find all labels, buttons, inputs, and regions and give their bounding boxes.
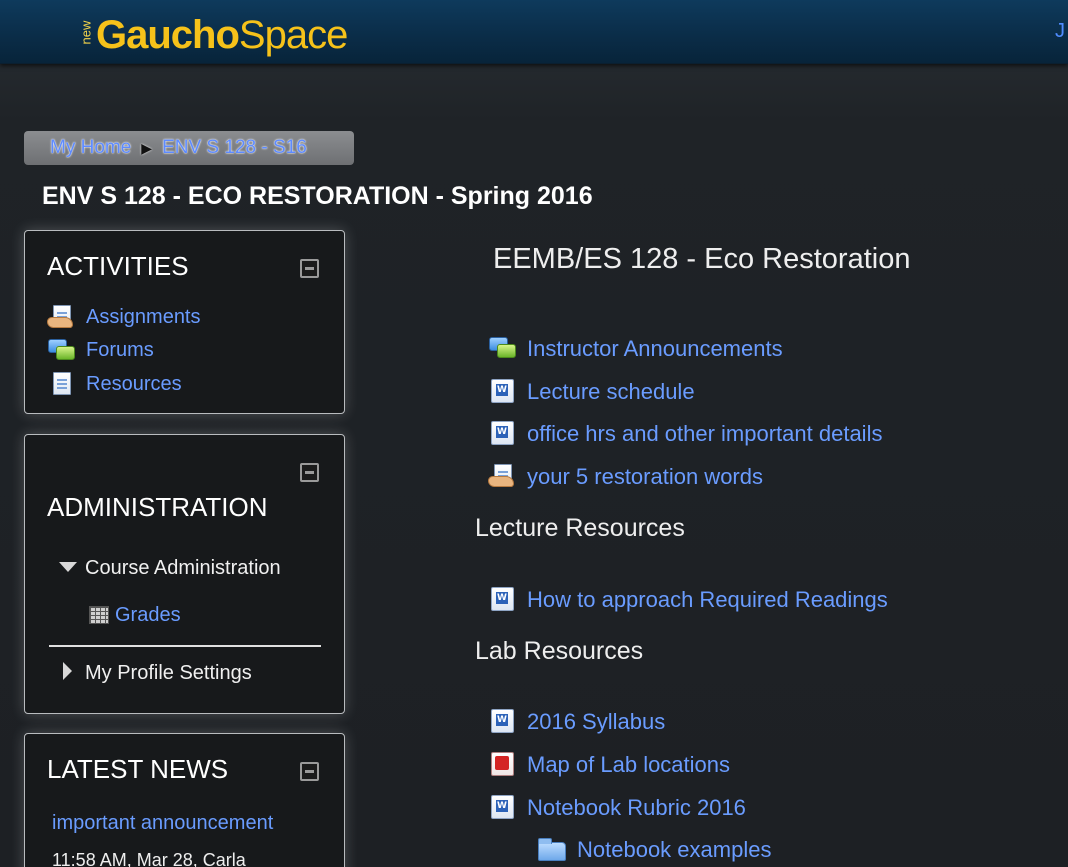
main-item-syllabus[interactable]: 2016 Syllabus <box>488 708 665 735</box>
breadcrumb: My Home ▶ ENV S 128 - S16 <box>24 131 354 165</box>
activities-title: ACTIVITIES <box>47 251 189 281</box>
main-item-label[interactable]: How to approach Required Readings <box>527 587 888 613</box>
admin-divider <box>49 645 321 647</box>
word-doc-icon <box>488 420 516 447</box>
latest-news-block: LATEST NEWS important announcement 11:58… <box>24 733 345 867</box>
main-item-label[interactable]: Instructor Announcements <box>527 336 783 362</box>
administration-collapse-icon[interactable] <box>300 463 319 482</box>
main-item-label[interactable]: your 5 restoration words <box>527 464 763 490</box>
logo-gaucho-text: Gaucho <box>96 13 240 57</box>
news-item-meta: 11:58 AM, Mar 28, Carla <box>52 850 246 867</box>
course-heading: EEMB/ES 128 - Eco Restoration <box>493 243 911 275</box>
breadcrumb-course[interactable]: ENV S 128 - S16 <box>162 137 307 159</box>
course-administration-node[interactable]: Course Administration <box>59 557 281 580</box>
folder-icon <box>538 836 566 863</box>
activity-resources[interactable]: Resources <box>47 371 182 397</box>
latest-news-collapse-icon[interactable] <box>300 762 319 781</box>
grades-link[interactable]: Grades <box>115 604 181 627</box>
expanded-triangle-icon <box>59 561 77 572</box>
news-item-link[interactable]: important announcement <box>52 812 273 835</box>
latest-news-title: LATEST NEWS <box>47 754 229 784</box>
grades-table-icon <box>87 602 111 628</box>
activity-forums[interactable]: Forums <box>47 337 154 363</box>
logo-space-text: Space <box>238 13 348 57</box>
word-doc-icon <box>488 378 516 405</box>
top-header-bar: new Gaucho Space J <box>0 0 1068 64</box>
section-title-lab-resources: Lab Resources <box>475 637 644 665</box>
assignment-icon <box>47 304 75 330</box>
logo-new-label: new <box>78 20 94 45</box>
main-item-required-readings[interactable]: How to approach Required Readings <box>488 586 888 613</box>
section-title-lecture-resources: Lecture Resources <box>475 514 685 542</box>
pdf-icon <box>488 751 516 778</box>
grades-node[interactable]: Grades <box>87 602 181 628</box>
word-doc-icon <box>488 708 516 735</box>
user-menu-link[interactable]: J <box>1055 20 1065 43</box>
forum-icon <box>47 337 75 363</box>
main-item-label[interactable]: 2016 Syllabus <box>527 709 665 735</box>
main-item-lecture-schedule[interactable]: Lecture schedule <box>488 378 695 405</box>
activities-block: ACTIVITIES Assignments Forums Resources <box>24 230 345 414</box>
resource-icon <box>47 371 75 397</box>
word-doc-icon <box>488 794 516 821</box>
breadcrumb-my-home[interactable]: My Home <box>50 137 131 159</box>
activities-collapse-icon[interactable] <box>300 259 319 278</box>
profile-settings-label[interactable]: My Profile Settings <box>85 662 252 685</box>
administration-title: ADMINISTRATION <box>47 492 268 522</box>
activity-assignments[interactable]: Assignments <box>47 304 201 330</box>
activity-label[interactable]: Resources <box>86 373 182 396</box>
course-administration-label[interactable]: Course Administration <box>85 557 281 580</box>
collapsed-triangle-icon <box>63 661 72 680</box>
main-item-notebook-examples[interactable]: Notebook examples <box>538 836 771 863</box>
gauchospace-logo[interactable]: new Gaucho Space <box>78 8 349 58</box>
main-item-label[interactable]: Map of Lab locations <box>527 752 730 778</box>
main-item-office-hours[interactable]: office hrs and other important details <box>488 420 882 447</box>
administration-block: ADMINISTRATION Course Administration Gra… <box>24 434 345 714</box>
activity-label[interactable]: Forums <box>86 339 154 362</box>
main-item-label[interactable]: Notebook Rubric 2016 <box>527 795 746 821</box>
forum-icon <box>488 335 516 362</box>
assignment-icon <box>488 463 516 490</box>
page-title: ENV S 128 - ECO RESTORATION - Spring 201… <box>42 182 593 210</box>
main-item-lab-map[interactable]: Map of Lab locations <box>488 751 730 778</box>
main-item-label[interactable]: Lecture schedule <box>527 379 695 405</box>
breadcrumb-separator-icon: ▶ <box>141 139 153 156</box>
word-doc-icon <box>488 586 516 613</box>
main-item-label[interactable]: office hrs and other important details <box>527 421 882 447</box>
main-item-label[interactable]: Notebook examples <box>577 837 771 863</box>
activity-label[interactable]: Assignments <box>86 306 201 329</box>
main-item-instructor-announcements[interactable]: Instructor Announcements <box>488 335 783 362</box>
profile-settings-node[interactable]: My Profile Settings <box>63 661 252 685</box>
main-item-notebook-rubric[interactable]: Notebook Rubric 2016 <box>488 794 746 821</box>
main-item-restoration-words[interactable]: your 5 restoration words <box>488 463 763 490</box>
